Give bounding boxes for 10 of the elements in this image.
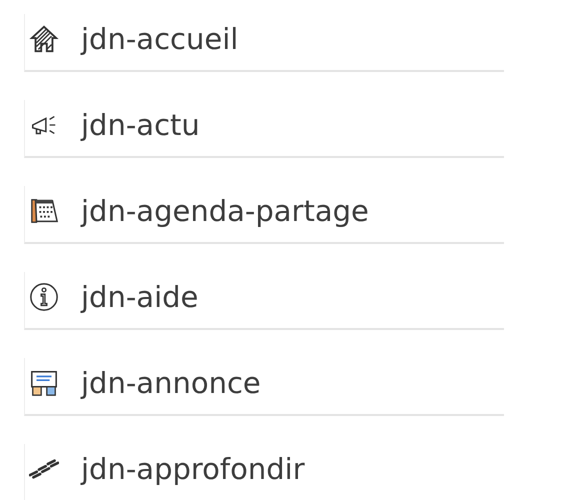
house-icon	[29, 24, 59, 54]
info-icon	[29, 282, 59, 312]
notice-board-icon	[29, 368, 59, 398]
page-name[interactable]: jdn-actu	[81, 108, 200, 142]
page-name[interactable]: jdn-agenda-partage	[81, 194, 369, 228]
page-name[interactable]: jdn-accueil	[81, 22, 238, 56]
calendar-icon	[29, 196, 59, 226]
page-name[interactable]: jdn-approfondir	[81, 452, 305, 486]
page-name[interactable]: jdn-annonce	[81, 366, 261, 400]
page-name[interactable]: jdn-aide	[81, 280, 198, 314]
